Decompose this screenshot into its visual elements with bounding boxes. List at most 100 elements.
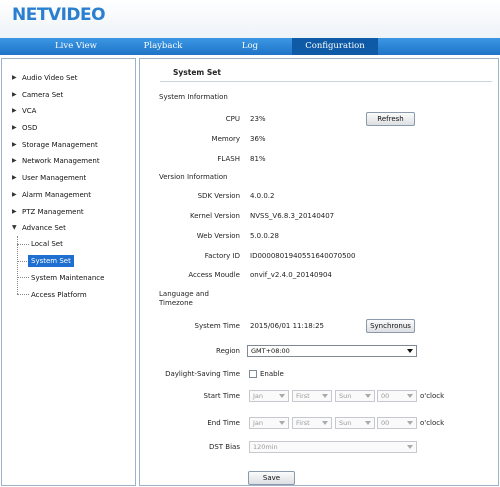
system-set-panel: System Set System Information CPU 23% Re…: [139, 58, 499, 486]
kernel-version-value: NVSS_V6.8.3_20140407: [250, 212, 335, 220]
dst-bias-value: 120min: [253, 443, 278, 451]
end-month-select[interactable]: Jan: [249, 417, 289, 429]
sidebar-item-label: Network Management: [22, 157, 100, 165]
access-module-value: onvif_v2.4.0_20140904: [250, 271, 332, 279]
section-version-information: Version Information: [159, 173, 228, 181]
flash-label: FLASH: [217, 155, 240, 163]
sidebar-subitem-system-set[interactable]: System Set: [28, 255, 74, 267]
factory-id-value: ID0000801940551640070500: [250, 252, 356, 260]
sdk-version-value: 4.0.0.2: [250, 192, 275, 200]
save-button[interactable]: Save: [248, 471, 295, 485]
tab-playback[interactable]: Playback: [128, 38, 198, 55]
chevron-down-icon: ▼: [12, 224, 17, 231]
sidebar-item-label: Advance Set: [22, 224, 66, 232]
system-time-label: System Time: [194, 322, 240, 330]
dst-enable-label: Enable: [260, 370, 284, 378]
sidebar-item-label: PTZ Management: [22, 208, 84, 216]
chevron-right-icon: ▶: [12, 208, 17, 215]
start-day-select[interactable]: Sun: [335, 390, 375, 402]
end-day-select[interactable]: Sun: [335, 417, 375, 429]
sidebar-item-label: OSD: [22, 124, 38, 132]
web-version-value: 5.0.0.28: [250, 232, 279, 240]
tab-log[interactable]: Log: [222, 38, 278, 55]
tab-live-view[interactable]: Live View: [40, 38, 112, 55]
chevron-right-icon: ▶: [12, 141, 17, 148]
sdk-version-label: SDK Version: [197, 192, 240, 200]
main-nav: Live View Playback Log Configuration: [0, 38, 500, 55]
dst-bias-label: DST Bias: [208, 443, 240, 451]
web-version-label: Web Version: [196, 232, 240, 240]
memory-label: Memory: [211, 135, 240, 143]
chevron-down-icon: [407, 349, 413, 353]
end-time-label: End Time: [207, 419, 240, 427]
start-month-select[interactable]: Jan: [249, 390, 289, 402]
synchronous-button[interactable]: Synchronus: [366, 319, 415, 333]
sidebar-item-label: Alarm Management: [22, 191, 91, 199]
end-day-value: Sun: [339, 419, 352, 427]
tree-connector: [17, 244, 29, 245]
sidebar-subitem-system-maintenance[interactable]: System Maintenance: [31, 272, 104, 284]
start-month-value: Jan: [253, 392, 264, 400]
chevron-down-icon: [407, 445, 413, 449]
chevron-right-icon: ▶: [12, 91, 17, 98]
sidebar-subitem-local-set[interactable]: Local Set: [31, 238, 63, 250]
chevron-down-icon: [365, 394, 371, 398]
start-week-select[interactable]: First: [292, 390, 332, 402]
logo: NETVIDEO: [12, 5, 106, 25]
chevron-down-icon: [279, 394, 285, 398]
end-month-value: Jan: [253, 419, 264, 427]
refresh-button[interactable]: Refresh: [366, 112, 415, 126]
sidebar-item-label: User Management: [22, 174, 87, 182]
region-select[interactable]: GMT+08:00: [247, 345, 417, 357]
section-system-information: System Information: [159, 93, 228, 101]
sidebar-subitem-access-platform[interactable]: Access Platform: [31, 289, 87, 301]
chevron-down-icon: [365, 421, 371, 425]
chevron-down-icon: [322, 421, 328, 425]
end-week-select[interactable]: First: [292, 417, 332, 429]
start-time-suffix: o'clock: [420, 392, 445, 400]
tab-configuration[interactable]: Configuration: [292, 38, 378, 55]
region-label: Region: [216, 347, 240, 355]
end-week-value: First: [296, 419, 310, 427]
chevron-down-icon: [322, 394, 328, 398]
divider: [160, 81, 492, 82]
cpu-label: CPU: [225, 115, 240, 123]
end-hour-value: 00: [381, 419, 390, 427]
section-language-timezone: Language and Timezone: [159, 290, 209, 307]
start-time-label: Start Time: [203, 392, 240, 400]
start-hour-value: 00: [381, 392, 390, 400]
chevron-right-icon: ▶: [12, 124, 17, 131]
dst-label: Daylight-Saving Time: [165, 370, 240, 378]
factory-id-label: Factory ID: [204, 252, 240, 260]
kernel-version-label: Kernel Version: [190, 212, 240, 220]
start-hour-select[interactable]: 00: [377, 390, 417, 402]
flash-value: 81%: [250, 155, 266, 163]
start-day-value: Sun: [339, 392, 352, 400]
chevron-right-icon: ▶: [12, 157, 17, 164]
chevron-right-icon: ▶: [12, 191, 17, 198]
start-week-value: First: [296, 392, 310, 400]
chevron-down-icon: [279, 421, 285, 425]
sidebar-item-label: Audio Video Set: [22, 74, 78, 82]
sidebar: ▶ Audio Video Set ▶ Camera Set ▶ VCA ▶ O…: [1, 58, 136, 486]
end-hour-select[interactable]: 00: [377, 417, 417, 429]
chevron-down-icon: [407, 394, 413, 398]
chevron-right-icon: ▶: [12, 107, 17, 114]
system-time-value: 2015/06/01 11:18:25: [250, 322, 325, 330]
tree-connector: [17, 294, 29, 295]
chevron-down-icon: [407, 421, 413, 425]
region-selected-value: GMT+08:00: [251, 347, 290, 355]
sidebar-item-label: Storage Management: [22, 141, 98, 149]
chevron-right-icon: ▶: [12, 174, 17, 181]
cpu-value: 23%: [250, 115, 266, 123]
page-title: System Set: [173, 68, 221, 77]
dst-bias-select[interactable]: 120min: [249, 441, 417, 453]
chevron-right-icon: ▶: [12, 74, 17, 81]
sidebar-item-label: Camera Set: [22, 91, 64, 99]
header: NETVIDEO: [0, 0, 500, 38]
end-time-suffix: o'clock: [420, 419, 445, 427]
tree-connector: [17, 277, 29, 278]
memory-value: 36%: [250, 135, 266, 143]
sidebar-item-label: VCA: [22, 107, 37, 115]
dst-enable-checkbox[interactable]: [249, 370, 257, 378]
